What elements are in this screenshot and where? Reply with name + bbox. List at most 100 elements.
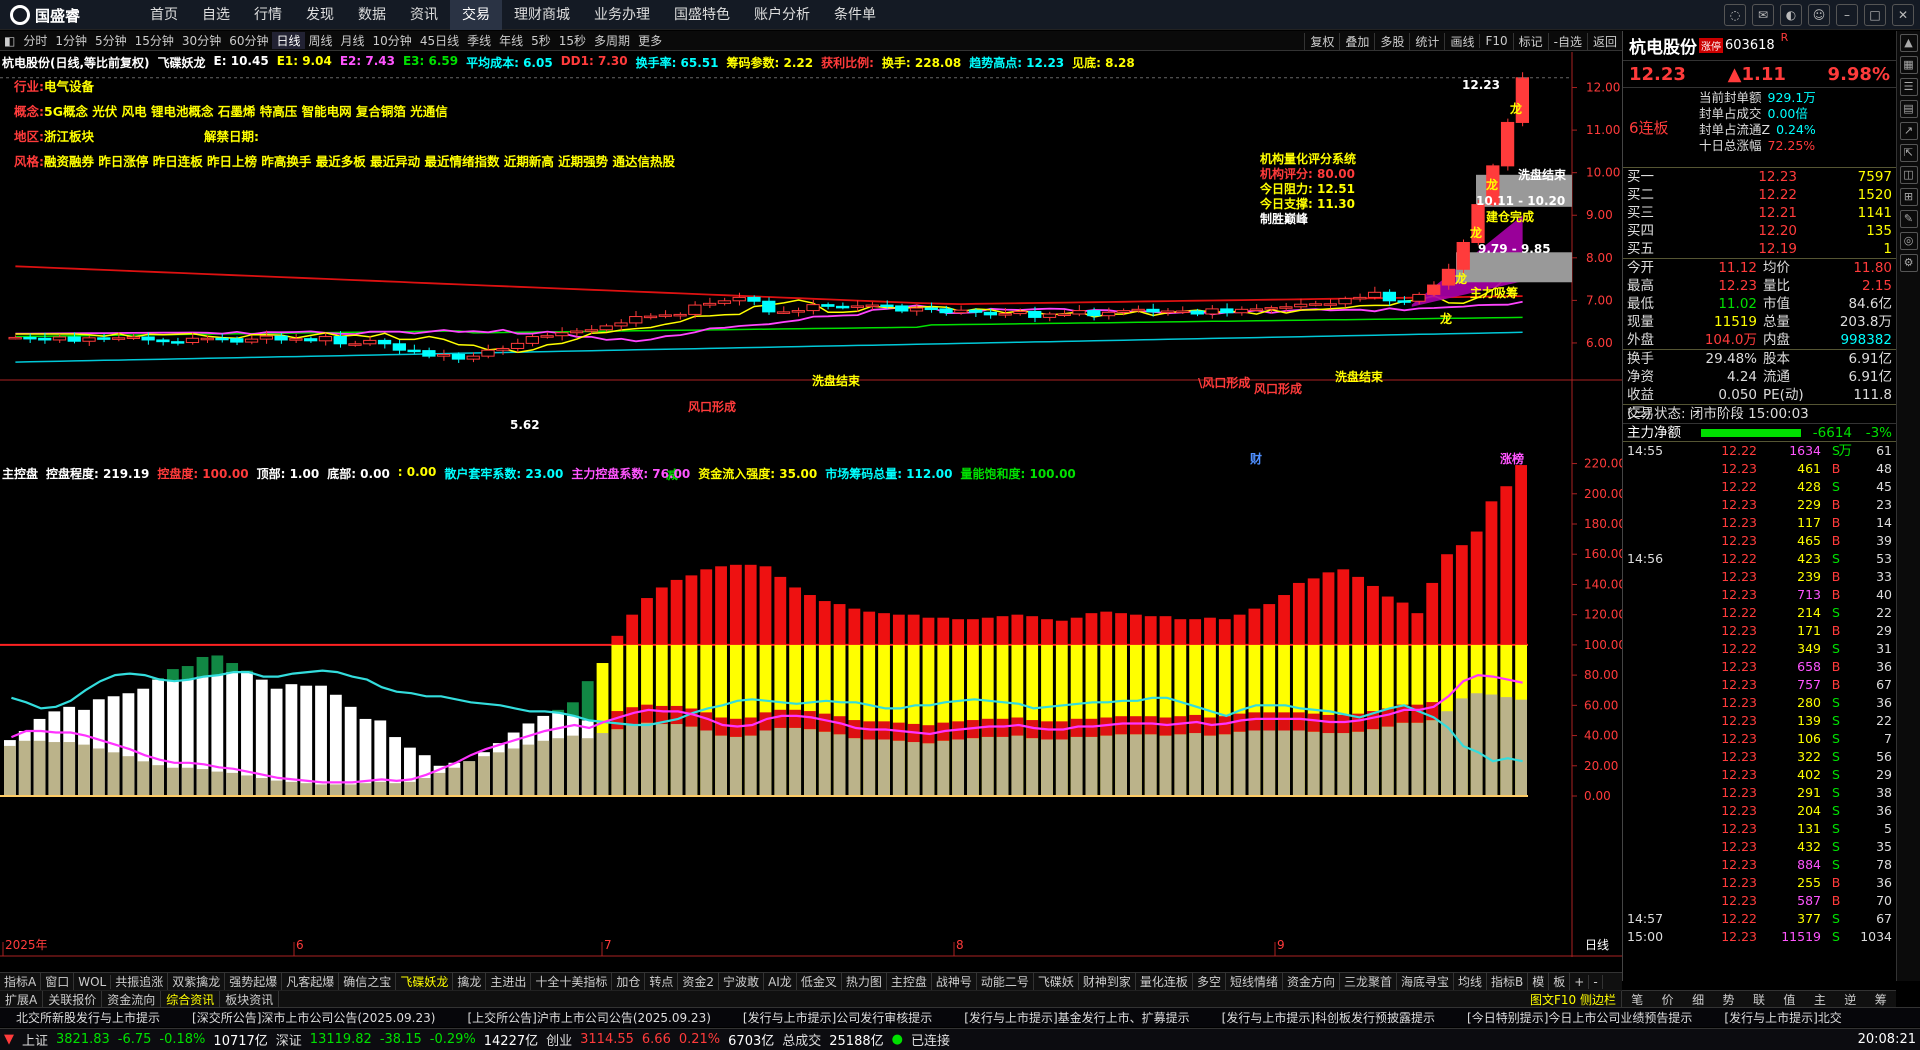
maximize-icon[interactable]: □	[1864, 4, 1886, 26]
indicator-tab-4[interactable]: 双紫擒龙	[168, 973, 226, 990]
ticker-item-1[interactable]: [深交所公告]深市上市公司公告(2025.09.23)	[176, 1009, 451, 1026]
indicator-tab-15[interactable]: 宁波敢	[719, 973, 765, 990]
chart-tool-6[interactable]: 标记	[1512, 32, 1548, 50]
period-2[interactable]: 5分钟	[91, 32, 131, 49]
menu-item-4[interactable]: 数据	[346, 0, 398, 30]
indicator-tab-30[interactable]: 均线	[1454, 973, 1488, 990]
right-bottom-label[interactable]: 图文F10 侧边栏	[1525, 990, 1622, 1008]
chart-tool-4[interactable]: 画线	[1444, 32, 1479, 50]
indicator-tab-3[interactable]: 共振追涨	[111, 973, 169, 990]
right-tab-3[interactable]: 势	[1713, 991, 1743, 1008]
sub-tab-3[interactable]: 综合资讯	[161, 990, 221, 1008]
indicator-tab-24[interactable]: 量化连板	[1136, 973, 1193, 990]
period-11[interactable]: 季线	[463, 32, 495, 49]
ticker-item-7[interactable]: [发行与上市提示]北交	[1708, 1009, 1857, 1026]
bid-row-0[interactable]: 买一 12.23 7597	[1623, 168, 1896, 186]
period-10[interactable]: 45日线	[416, 32, 463, 49]
indicator-tab-34[interactable]: +	[1570, 974, 1590, 989]
indicator-tab-26[interactable]: 短线情绪	[1226, 973, 1283, 990]
period-8[interactable]: 月线	[337, 32, 369, 49]
message-icon[interactable]: ✉	[1752, 4, 1774, 26]
sub-tab-4[interactable]: 板块资讯	[220, 990, 280, 1008]
period-4[interactable]: 30分钟	[178, 32, 225, 49]
indicator-tab-27[interactable]: 资金方向	[1283, 973, 1340, 990]
sub-tab-2[interactable]: 资金流向	[102, 990, 162, 1008]
layout-icon[interactable]: ◧	[0, 34, 19, 48]
right-tab-5[interactable]: 值	[1774, 991, 1804, 1008]
menu-item-8[interactable]: 业务办理	[582, 0, 662, 30]
expand-icon[interactable]: ⇱	[1899, 144, 1918, 162]
right-tab-1[interactable]: 价	[1652, 991, 1682, 1008]
indicator-tab-10[interactable]: 主进出	[486, 973, 532, 990]
indicator-tab-8[interactable]: 飞碟妖龙	[396, 973, 454, 990]
indicator-tab-25[interactable]: 多空	[1193, 973, 1226, 990]
up-arrow-icon[interactable]: ▲	[1899, 34, 1918, 52]
calc-icon[interactable]: ⊞	[1899, 188, 1918, 206]
menu-item-9[interactable]: 国盛特色	[662, 0, 742, 30]
right-tab-8[interactable]: 筹	[1866, 991, 1896, 1008]
indicator-tab-23[interactable]: 财神到家	[1079, 973, 1136, 990]
menu-item-6[interactable]: 交易	[450, 0, 502, 30]
ticker-item-2[interactable]: [上交所公告]沪市上市公司公告(2025.09.23)	[451, 1009, 726, 1026]
trend-icon[interactable]: ↗	[1899, 122, 1918, 140]
indicator-tab-14[interactable]: 资金2	[678, 973, 720, 990]
chart-tool-5[interactable]: F10	[1479, 34, 1512, 48]
kline-chart-svg[interactable]: 6.00 7.00 8.00 9.00 10.00 11.00 12.00 0.00 20.00…	[0, 52, 1622, 957]
period-12[interactable]: 年线	[495, 32, 527, 49]
indicator-tab-33[interactable]: 板	[1549, 973, 1571, 990]
ticker-item-5[interactable]: [发行与上市提示]科创板发行预披露提示	[1206, 1009, 1451, 1026]
period-5[interactable]: 60分钟	[225, 32, 272, 49]
indicator-tab-28[interactable]: 三龙聚首	[1340, 973, 1397, 990]
menu-item-2[interactable]: 行情	[242, 0, 294, 30]
right-tab-7[interactable]: 逆	[1835, 991, 1865, 1008]
indicator-tab-7[interactable]: 确信之宝	[339, 973, 397, 990]
period-9[interactable]: 10分钟	[369, 32, 416, 49]
indicator-tab-13[interactable]: 转点	[645, 973, 679, 990]
ticker-item-0[interactable]: 北交所新股发行与上市提示	[0, 1009, 176, 1026]
menu-item-10[interactable]: 账户分析	[742, 0, 822, 30]
tick-list[interactable]: 14:55 12.22 1634 S 61 12.23 461 B 48 12.22 428 S 45 1…	[1623, 442, 1896, 946]
indicator-tab-35[interactable]: -	[1589, 974, 1603, 989]
right-tab-4[interactable]: 联	[1744, 991, 1774, 1008]
close-icon[interactable]: ✕	[1892, 4, 1914, 26]
grid-icon[interactable]: ▦	[1899, 56, 1918, 74]
chart-tool-7[interactable]: -自选	[1547, 32, 1587, 50]
period-16[interactable]: 更多	[634, 32, 666, 49]
period-7[interactable]: 周线	[305, 32, 337, 49]
right-tab-2[interactable]: 细	[1683, 991, 1713, 1008]
indicator-tab-2[interactable]: WOL	[74, 974, 112, 989]
indicator-tab-5[interactable]: 强势起爆	[225, 973, 283, 990]
indicator-tab-22[interactable]: 飞碟妖	[1034, 973, 1079, 990]
menu-item-11[interactable]: 条件单	[822, 0, 888, 30]
period-13[interactable]: 5秒	[527, 32, 555, 49]
period-3[interactable]: 15分钟	[131, 32, 178, 49]
ticker-item-3[interactable]: [发行与上市提示]公司发行审核提示	[727, 1009, 948, 1026]
ticker-item-4[interactable]: [发行与上市提示]基金发行上市、扩募提示	[948, 1009, 1205, 1026]
minimize-icon[interactable]: –	[1836, 4, 1858, 26]
indicator-tab-21[interactable]: 动能二号	[977, 973, 1034, 990]
indicator-tab-17[interactable]: 低金叉	[797, 973, 842, 990]
chart-icon[interactable]: ▤	[1899, 100, 1918, 118]
period-0[interactable]: 分时	[19, 32, 51, 49]
right-tab-6[interactable]: 主	[1805, 991, 1835, 1008]
chart-tool-1[interactable]: 叠加	[1339, 32, 1374, 50]
indicator-tab-12[interactable]: 加仓	[612, 973, 646, 990]
settings-icon[interactable]: ⚙	[1899, 254, 1918, 272]
menu-item-7[interactable]: 理财商城	[502, 0, 582, 30]
indicator-tab-16[interactable]: AI龙	[764, 973, 797, 990]
news-icon[interactable]: ◫	[1899, 166, 1918, 184]
kline-chart-area[interactable]: 6.00 7.00 8.00 9.00 10.00 11.00 12.00 0.00 20.00…	[0, 52, 1622, 957]
indicator-tab-6[interactable]: 凡客起爆	[282, 973, 340, 990]
sub-tab-1[interactable]: 关联报价	[43, 990, 103, 1008]
right-tab-0[interactable]: 笔	[1622, 991, 1652, 1008]
menu-item-3[interactable]: 发现	[294, 0, 346, 30]
indicator-tab-1[interactable]: 窗口	[41, 973, 75, 990]
indicator-tab-11[interactable]: 十全十美指标	[531, 973, 613, 990]
chat-icon[interactable]: ◌	[1724, 4, 1746, 26]
index-sh-label[interactable]: 上证	[18, 1030, 52, 1049]
skin-icon[interactable]: ◐	[1780, 4, 1802, 26]
bid-row-1[interactable]: 买二 12.22 1520	[1623, 186, 1896, 204]
indicator-tab-9[interactable]: 擒龙	[453, 973, 487, 990]
period-1[interactable]: 1分钟	[51, 32, 91, 49]
chart-tool-8[interactable]: 返回	[1586, 32, 1622, 50]
